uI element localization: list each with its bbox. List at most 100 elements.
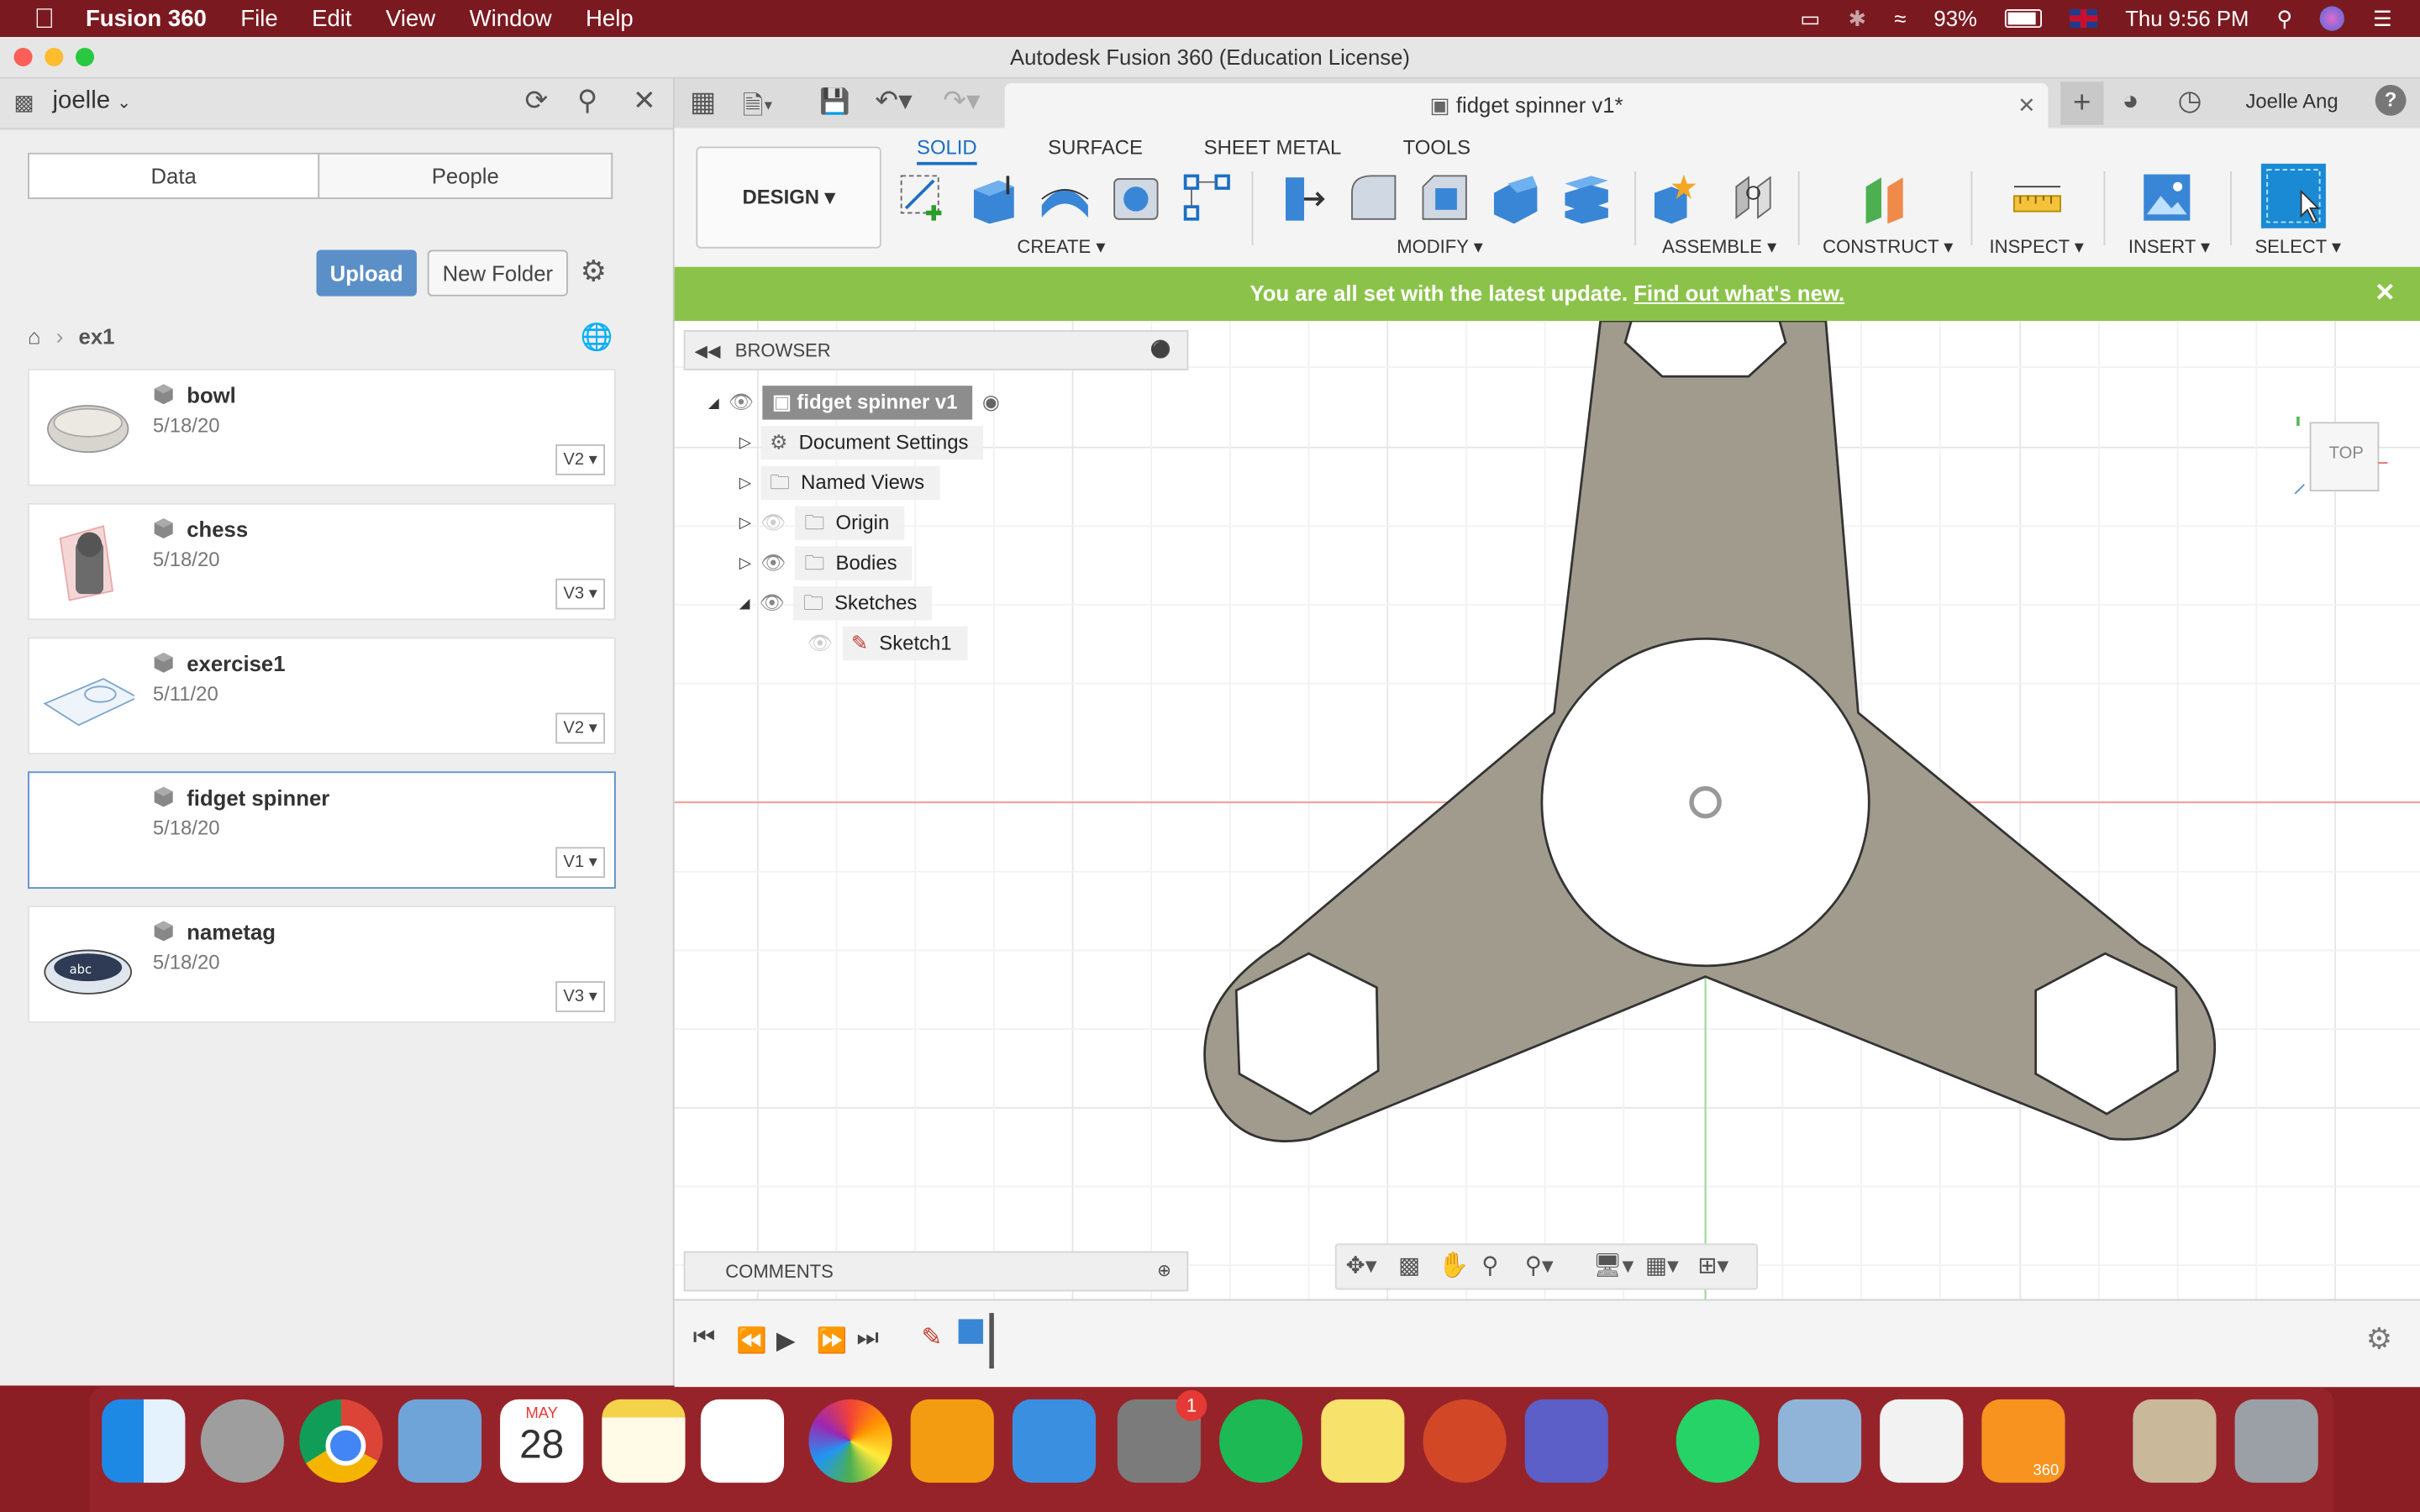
battery-icon[interactable]: [2004, 9, 2043, 29]
create-menu[interactable]: CREATE ▾: [1017, 236, 1105, 258]
extrude-icon[interactable]: [968, 171, 1020, 224]
hole-icon[interactable]: [1110, 171, 1162, 223]
spotlight-icon[interactable]: ⚲: [2276, 5, 2292, 31]
list-item[interactable]: chess 5/18/20 V3 ▾: [28, 502, 616, 621]
close-banner-icon[interactable]: ✕: [2375, 267, 2396, 321]
press-pull-icon[interactable]: [1276, 171, 1328, 223]
version-dropdown[interactable]: V2 ▾: [555, 712, 605, 744]
eye-icon[interactable]: 👁: [760, 591, 785, 615]
list-item[interactable]: bowl 5/18/20 V2 ▾: [28, 368, 616, 486]
airplay-icon[interactable]: ▭: [1800, 5, 1820, 31]
close-tab-icon[interactable]: ✕: [2018, 83, 2036, 128]
search-icon[interactable]: ⚲: [577, 85, 597, 118]
named-views-node[interactable]: 🗀 Named Views: [760, 465, 940, 501]
stickies-icon[interactable]: [1321, 1399, 1405, 1483]
fit-icon[interactable]: ⚲▾: [1525, 1252, 1554, 1278]
user-dropdown[interactable]: joelle ⌄: [52, 88, 131, 116]
menu-window[interactable]: Window: [470, 5, 552, 31]
tab-surface[interactable]: SURFACE: [1048, 136, 1143, 160]
workspace-switcher[interactable]: DESIGN ▾: [696, 146, 881, 249]
timeline-sketch-icon[interactable]: ✎: [922, 1322, 943, 1353]
display-settings-icon[interactable]: 🖥▾: [1593, 1252, 1634, 1278]
timeline-marker[interactable]: [989, 1313, 994, 1369]
zoom-icon[interactable]: ⚲: [1481, 1252, 1498, 1278]
expand-triangle-icon[interactable]: ◢: [708, 394, 719, 411]
upload-button[interactable]: Upload: [316, 249, 417, 297]
fillet-icon[interactable]: [1347, 171, 1399, 223]
look-at-icon[interactable]: ▩: [1398, 1252, 1420, 1278]
play-icon[interactable]: ▶: [776, 1326, 796, 1357]
browser-options-icon[interactable]: ⚫: [1150, 332, 1171, 369]
undo-icon[interactable]: ↶▾: [875, 85, 912, 118]
system-preferences-icon[interactable]: 1: [1117, 1389, 1207, 1483]
timeline-extrude-icon[interactable]: [958, 1319, 983, 1344]
tree-node-sketches[interactable]: ◢ 👁 🗀 Sketches: [739, 585, 933, 621]
tree-root[interactable]: ◢ 👁 ▣ fidget spinner v1 ◉: [708, 386, 1000, 420]
origin-node[interactable]: 🗀 Origin: [795, 506, 905, 540]
clock[interactable]: Thu 9:56 PM: [2125, 6, 2249, 30]
whatsapp-icon[interactable]: [1676, 1399, 1760, 1483]
help-icon[interactable]: ?: [2375, 85, 2407, 116]
expand-triangle-icon[interactable]: ▷: [739, 515, 751, 532]
joint-icon[interactable]: [1727, 171, 1779, 223]
tree-node-document-settings[interactable]: ▷ ⚙ Document Settings: [739, 425, 984, 460]
notifications-icon[interactable]: ◷: [2178, 85, 2202, 118]
assemble-menu[interactable]: ASSEMBLE ▾: [1662, 236, 1776, 258]
chamfer-icon[interactable]: [1418, 171, 1470, 223]
grid-settings-icon[interactable]: ▦▾: [1645, 1252, 1679, 1278]
step-forward-icon[interactable]: ⏩: [817, 1326, 848, 1357]
close-window-button[interactable]: [13, 47, 33, 66]
collapse-triangle-icon[interactable]: ◢: [739, 595, 750, 612]
finder-icon[interactable]: [102, 1399, 186, 1483]
measure-icon[interactable]: [2011, 171, 2063, 223]
eye-icon[interactable]: 👁: [729, 391, 754, 415]
tree-node-named-views[interactable]: ▷ 🗀 Named Views: [739, 465, 940, 501]
hidden-eye-icon[interactable]: 👁: [808, 631, 833, 655]
view-cube[interactable]: TOP: [2283, 407, 2388, 495]
textedit-icon[interactable]: [1880, 1399, 1964, 1483]
account-user[interactable]: Joelle Ang: [2245, 90, 2338, 113]
pan-icon[interactable]: ✋: [1439, 1250, 1470, 1281]
menu-file[interactable]: File: [240, 5, 277, 31]
select-menu[interactable]: SELECT ▾: [2254, 236, 2341, 258]
fusion360-icon[interactable]: 360: [1981, 1399, 2065, 1483]
menu-view[interactable]: View: [386, 5, 435, 31]
mail-icon[interactable]: [397, 1399, 482, 1483]
calendar-icon[interactable]: MAY 28: [500, 1399, 584, 1483]
gear-icon[interactable]: ⚙: [581, 255, 607, 290]
add-comment-icon[interactable]: ⊕: [1157, 1252, 1171, 1289]
photos-icon[interactable]: [808, 1399, 892, 1483]
construct-menu[interactable]: CONSTRUCT ▾: [1823, 236, 1953, 258]
app-grid-icon[interactable]: ▦: [690, 87, 716, 119]
close-panel-icon[interactable]: ✕: [633, 85, 656, 118]
tree-node-bodies[interactable]: ▷ 👁 🗀 Bodies: [739, 546, 913, 580]
spotify-icon[interactable]: [1219, 1399, 1303, 1483]
apple-icon[interactable]: : [34, 3, 55, 35]
go-to-end-icon[interactable]: ⏭: [856, 1326, 878, 1353]
comments-panel[interactable]: COMMENTS ⊕: [683, 1251, 1189, 1292]
split-body-icon[interactable]: [1560, 171, 1612, 224]
notification-center-icon[interactable]: ☰: [2373, 5, 2392, 31]
job-status-icon[interactable]: ◕: [2123, 85, 2139, 118]
preview-icon[interactable]: [1777, 1399, 1862, 1483]
breadcrumb-folder[interactable]: ex1: [79, 324, 115, 349]
tab-people[interactable]: People: [318, 152, 613, 199]
menu-edit[interactable]: Edit: [312, 5, 351, 31]
keynote-icon[interactable]: [1012, 1399, 1097, 1483]
globe-icon[interactable]: 🌐: [581, 323, 613, 354]
pattern-icon[interactable]: [1181, 171, 1233, 223]
sketches-node[interactable]: 🗀 Sketches: [793, 585, 933, 621]
create-sketch-icon[interactable]: [897, 171, 949, 223]
orbit-icon[interactable]: ✥▾: [1346, 1252, 1377, 1278]
hidden-eye-icon[interactable]: 👁: [760, 511, 786, 535]
shell-icon[interactable]: [1489, 171, 1541, 224]
viewports-icon[interactable]: ⊞▾: [1697, 1252, 1728, 1278]
expand-triangle-icon[interactable]: ▷: [739, 434, 751, 451]
new-folder-button[interactable]: New Folder: [427, 249, 568, 297]
insert-image-icon[interactable]: [2141, 171, 2193, 223]
menu-help[interactable]: Help: [586, 5, 634, 31]
tree-node-sketch1[interactable]: 👁 ✎ Sketch1: [808, 626, 967, 661]
flag-icon[interactable]: [2070, 9, 2098, 29]
tab-sheet-metal[interactable]: SHEET METAL: [1204, 136, 1342, 160]
chrome-icon[interactable]: [299, 1399, 383, 1483]
